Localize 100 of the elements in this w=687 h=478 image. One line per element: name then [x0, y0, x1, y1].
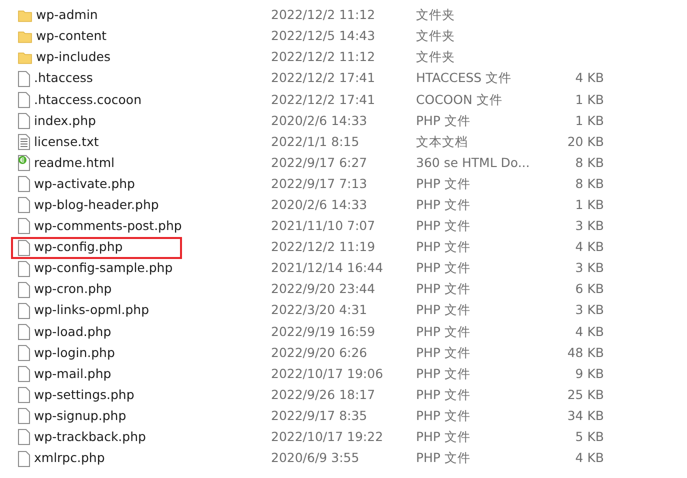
file-size: 1 KB — [574, 112, 604, 130]
file-type: PHP 文件 — [416, 217, 472, 236]
file-icon — [18, 324, 30, 340]
file-name[interactable]: wp-cron.php — [34, 280, 112, 300]
file-icon — [18, 113, 30, 130]
folder-icon — [18, 8, 32, 23]
file-name[interactable]: .htaccess — [34, 69, 93, 88]
file-type: 文本文档 — [416, 132, 469, 151]
modified-date: 2022/3/20 4:31 — [271, 301, 368, 320]
file-name[interactable]: license.txt — [34, 132, 99, 152]
file-size: 25 KB — [566, 386, 604, 404]
modified-date: 2021/12/14 16:44 — [271, 259, 384, 278]
file-name[interactable]: wp-login.php — [34, 344, 115, 362]
file-size: 8 KB — [574, 154, 604, 172]
file-name[interactable]: wp-includes — [36, 48, 110, 68]
file-type: COCOON 文件 — [416, 90, 504, 109]
file-name[interactable]: wp-config.php — [34, 238, 123, 257]
file-name[interactable]: wp-load.php — [34, 322, 112, 342]
file-name[interactable]: wp-signup.php — [34, 406, 126, 426]
modified-date: 2022/9/17 7:13 — [271, 174, 368, 193]
modified-date: 2022/9/20 23:44 — [271, 280, 376, 298]
file-size: 20 KB — [566, 132, 604, 151]
file-size: 3 KB — [574, 217, 604, 236]
file-icon — [18, 366, 30, 382]
file-size: 9 KB — [574, 364, 604, 383]
modified-date: 2022/9/26 18:17 — [271, 386, 376, 404]
modified-date: 2020/2/6 14:33 — [271, 196, 368, 214]
file-type: PHP 文件 — [416, 406, 472, 425]
modified-date: 2022/9/20 6:26 — [271, 344, 368, 362]
file-icon — [18, 302, 30, 319]
file-size: 34 KB — [566, 406, 604, 425]
file-type: 文件夹 — [416, 48, 456, 66]
file-size: 4 KB — [574, 238, 604, 256]
file-icon — [18, 429, 30, 446]
file-type: 文件夹 — [416, 6, 456, 24]
file-icon — [18, 450, 30, 467]
file-type: 360 se HTML Do... — [416, 154, 531, 172]
modified-date: 2022/12/2 17:41 — [271, 69, 376, 88]
file-icon — [18, 176, 30, 192]
file-name[interactable]: wp-activate.php — [34, 174, 135, 194]
file-icon — [18, 240, 30, 256]
file-icon — [18, 260, 30, 277]
file-size: 3 KB — [574, 301, 604, 320]
file-type: PHP 文件 — [416, 364, 472, 383]
file-type: PHP 文件 — [416, 196, 472, 214]
file-icon — [18, 387, 30, 404]
file-type: PHP 文件 — [416, 238, 472, 256]
file-name[interactable]: wp-trackback.php — [34, 428, 146, 447]
file-type: PHP 文件 — [416, 322, 472, 341]
modified-date: 2022/12/2 11:12 — [271, 48, 376, 66]
file-type: PHP 文件 — [416, 112, 472, 130]
file-size: 4 KB — [574, 449, 604, 468]
modified-date: 2022/1/1 8:15 — [271, 132, 360, 151]
file-name[interactable]: wp-mail.php — [34, 364, 112, 384]
file-name[interactable]: .htaccess.cocoon — [34, 90, 142, 110]
modified-date: 2022/12/2 17:41 — [271, 90, 376, 109]
file-icon — [18, 408, 30, 424]
file-size: 1 KB — [574, 196, 604, 214]
file-name[interactable]: xmlrpc.php — [34, 449, 105, 468]
file-type: PHP 文件 — [416, 428, 472, 446]
file-icon — [18, 92, 30, 108]
file-type: PHP 文件 — [416, 280, 472, 298]
modified-date: 2022/12/2 11:12 — [271, 6, 376, 24]
file-name[interactable]: wp-content — [36, 27, 107, 46]
modified-date: 2020/2/6 14:33 — [271, 112, 368, 130]
file-type: PHP 文件 — [416, 174, 472, 193]
file-name[interactable]: wp-settings.php — [34, 386, 134, 405]
file-name[interactable]: wp-comments-post.php — [34, 217, 182, 236]
modified-date: 2020/6/9 3:55 — [271, 449, 360, 468]
file-size: 6 KB — [574, 280, 604, 298]
file-name[interactable]: index.php — [34, 112, 96, 130]
file-type: HTACCESS 文件 — [416, 69, 513, 88]
file-name[interactable]: wp-links-opml.php — [34, 301, 150, 320]
file-icon — [18, 70, 30, 87]
folder-icon — [18, 30, 32, 44]
text-file-icon — [18, 134, 30, 150]
modified-date: 2021/11/10 7:07 — [271, 217, 376, 236]
file-name[interactable]: wp-admin — [36, 6, 98, 25]
modified-date: 2022/10/17 19:06 — [271, 364, 384, 383]
modified-date: 2022/9/17 6:27 — [271, 154, 368, 172]
file-size: 48 KB — [566, 344, 604, 362]
web-file-icon — [18, 155, 30, 172]
file-name[interactable]: wp-config-sample.php — [34, 259, 173, 278]
file-size: 3 KB — [574, 259, 604, 278]
file-name[interactable]: wp-blog-header.php — [34, 196, 159, 215]
file-icon — [18, 345, 30, 362]
file-size: 4 KB — [574, 69, 604, 88]
file-size: 1 KB — [574, 90, 604, 109]
modified-date: 2022/12/5 14:43 — [271, 27, 376, 46]
file-type: PHP 文件 — [416, 344, 472, 362]
modified-date: 2022/9/19 16:59 — [271, 322, 376, 341]
file-type: PHP 文件 — [416, 301, 472, 320]
file-name[interactable]: readme.html — [34, 154, 114, 173]
file-icon — [18, 197, 30, 214]
file-size: 8 KB — [574, 174, 604, 193]
file-icon — [18, 218, 30, 234]
modified-date: 2022/9/17 8:35 — [271, 406, 368, 425]
file-type: 文件夹 — [416, 27, 456, 46]
file-size: 5 KB — [574, 428, 604, 446]
modified-date: 2022/10/17 19:22 — [271, 428, 384, 446]
